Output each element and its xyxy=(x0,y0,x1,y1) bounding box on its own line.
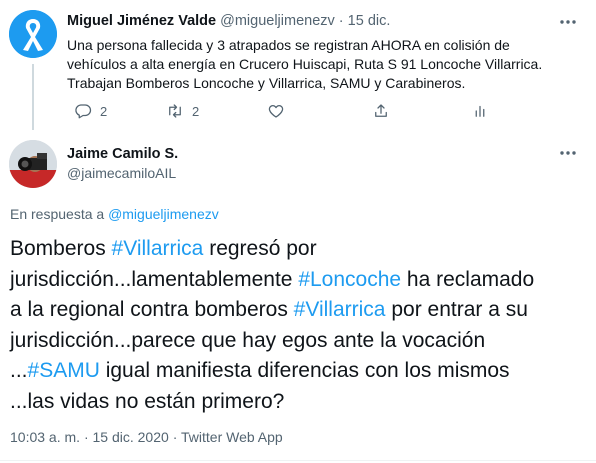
parent-tweet[interactable]: Miguel Jiménez Valde @migueljimenezv · 1… xyxy=(0,0,596,130)
tweet-text-segment: a la regional contra bomberos xyxy=(10,298,294,321)
tweet-text-segment: jurisdicción...lamentablemente xyxy=(10,267,299,291)
retweet-icon xyxy=(169,104,181,118)
camera-operator-avatar xyxy=(9,140,57,188)
tweet-text-line: a la regional contra bomberos #Villarric… xyxy=(10,295,585,326)
heart-icon xyxy=(268,105,284,118)
awareness-ribbon-icon xyxy=(9,10,57,58)
hashtag-link[interactable]: #Loncoche xyxy=(298,268,401,291)
reply-handle-link[interactable]: @migueljimenezv xyxy=(108,206,219,222)
tweet-text-line: vehículos a alta energía en Crucero Huis… xyxy=(67,56,543,72)
tweet-time[interactable]: 10:03 a. m. xyxy=(10,429,80,445)
tweet-text-segment: igual manifiesta diferencias con los mis… xyxy=(99,359,510,382)
main-tweet-text: Bomberos #Villarrica regresó por jurisdic… xyxy=(10,234,585,417)
divider xyxy=(0,460,596,461)
tweet-date[interactable]: 15 dic. 2020 xyxy=(93,429,169,445)
share-button[interactable] xyxy=(372,100,390,122)
more-horizontal-icon xyxy=(560,151,576,155)
tweet-text-line: Trabajan Bomberos Loncoche y Villarrica,… xyxy=(67,75,466,91)
tweet-text-line: ...las vidas no están primero? xyxy=(10,387,585,418)
tweet-text-line: jurisdicción...parece que hay egos ante … xyxy=(10,326,585,357)
parent-tweet-text: Una persona fallecida y 3 atrapados se r… xyxy=(67,36,567,93)
tweet-text-line: jurisdicción...lamentablemente #Loncoche… xyxy=(10,265,585,296)
tweet-text-segment: regresó por xyxy=(203,237,317,260)
author-name[interactable]: Jaime Camilo S. xyxy=(67,146,178,162)
tweet-date[interactable]: 15 dic. xyxy=(348,13,391,29)
tweet-text-line: Bomberos #Villarrica regresó por xyxy=(10,234,585,265)
tweet-text-segment: ...las vidas no están primero? xyxy=(10,389,285,413)
hashtag-link[interactable]: #Villarrica xyxy=(294,298,386,321)
reply-button[interactable]: 2 xyxy=(74,100,107,122)
like-button[interactable] xyxy=(267,100,285,122)
author-handle[interactable]: @jaimecamiloAIL xyxy=(67,165,176,181)
separator-dot: · xyxy=(172,429,178,445)
avatar[interactable] xyxy=(9,10,57,58)
avatar[interactable] xyxy=(9,140,57,188)
tweet-thread: Miguel Jiménez Valde @migueljimenezv · 1… xyxy=(0,0,596,463)
retweet-button[interactable]: 2 xyxy=(166,100,199,122)
tweet-text-segment: Bomberos xyxy=(10,237,112,260)
tweet-text-line: Una persona fallecida y 3 atrapados se r… xyxy=(67,37,510,53)
reply-prefix: En respuesta a xyxy=(10,206,105,222)
reply-count: 2 xyxy=(100,103,108,119)
reply-context: En respuesta a @migueljimenezv xyxy=(10,206,219,222)
tweet-text-line: ...#SAMU igual manifiesta diferencias co… xyxy=(10,356,585,387)
analytics-button[interactable] xyxy=(471,100,489,122)
analytics-icon xyxy=(475,105,485,117)
hashtag-link[interactable]: #SAMU xyxy=(28,359,100,382)
tweet-actions: 2 2 xyxy=(67,100,487,122)
share-icon xyxy=(375,104,387,117)
author-handle[interactable]: @migueljimenezv xyxy=(220,13,335,29)
tweet-text-segment: por entrar a su xyxy=(385,298,528,321)
tweet-text-segment: ha reclamado xyxy=(401,267,535,291)
more-options-button[interactable] xyxy=(556,12,580,32)
parent-header: Miguel Jiménez Valde @migueljimenezv · 1… xyxy=(67,13,390,29)
author-name[interactable]: Miguel Jiménez Valde xyxy=(67,13,216,29)
tweet-metadata: 10:03 a. m. · 15 dic. 2020 · Twitter Web… xyxy=(10,429,283,445)
tweet-text-segment: jurisdicción...parece que hay egos ante … xyxy=(10,328,486,352)
thread-connector xyxy=(32,64,34,130)
reply-icon xyxy=(75,104,92,119)
tweet-source[interactable]: Twitter Web App xyxy=(181,429,283,445)
more-options-button[interactable] xyxy=(556,143,580,163)
retweet-count: 2 xyxy=(192,103,200,119)
separator-dot: · xyxy=(83,429,89,445)
hashtag-link[interactable]: #Villarrica xyxy=(112,237,204,260)
tweet-text-segment: ... xyxy=(10,359,28,382)
more-horizontal-icon xyxy=(560,20,576,24)
separator-dot: · xyxy=(338,13,344,29)
